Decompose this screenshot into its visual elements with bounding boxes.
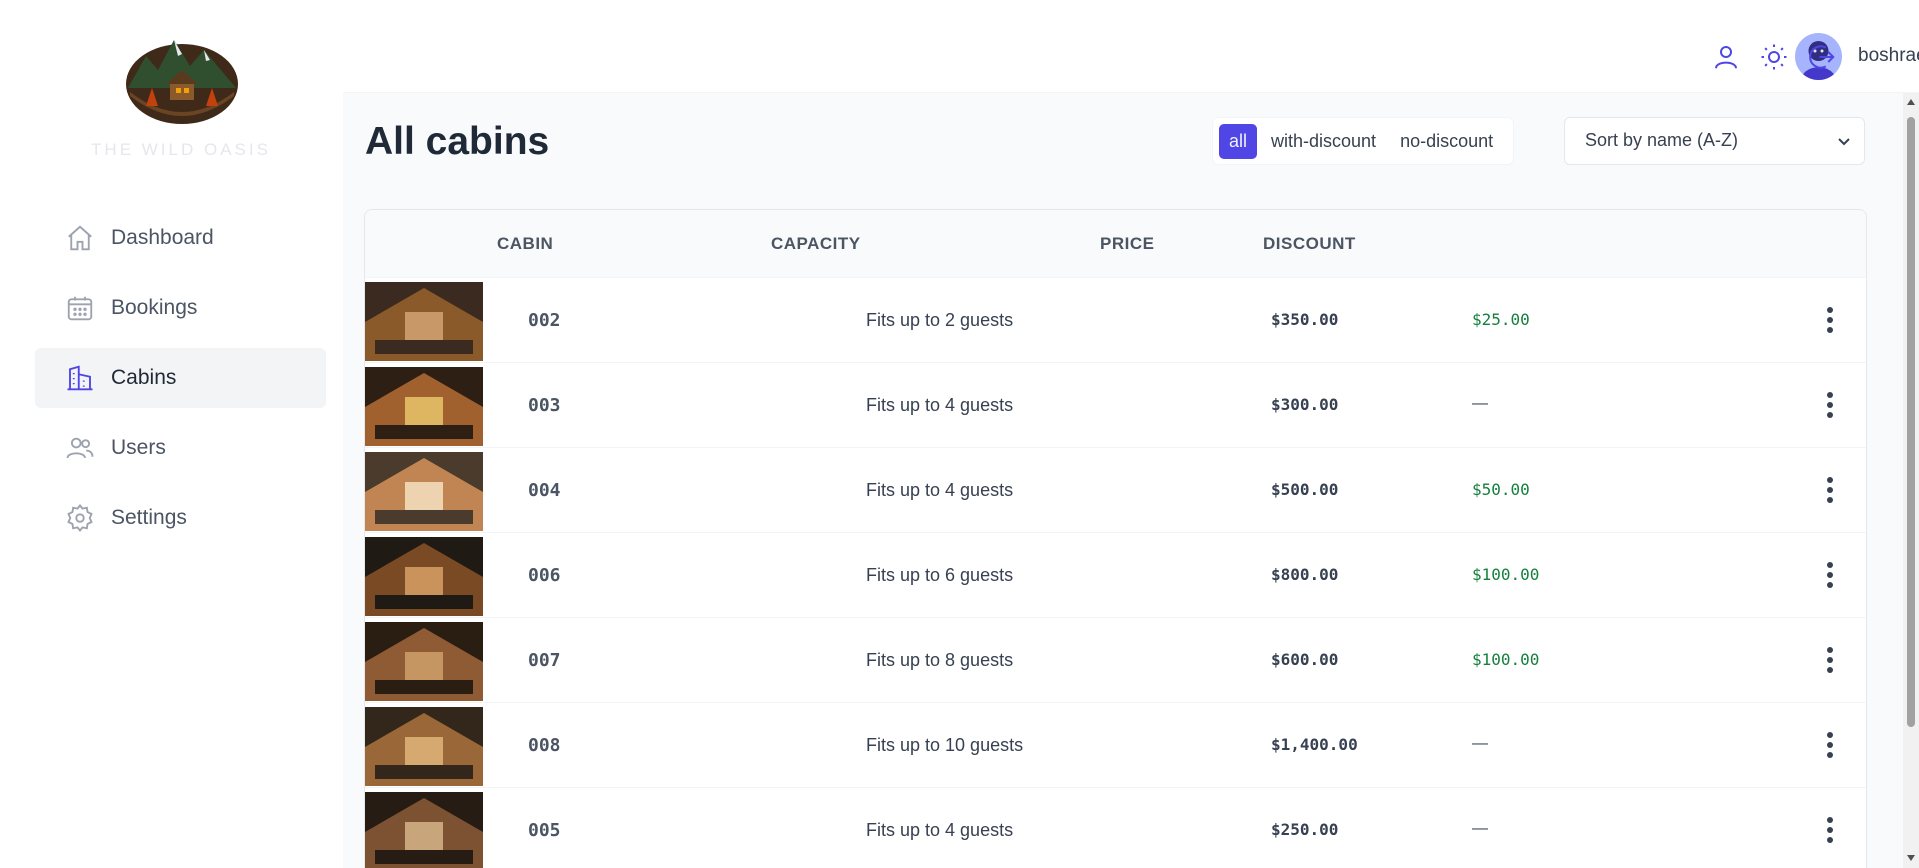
chevron-down-icon [1838,138,1850,146]
cabin-capacity: Fits up to 2 guests [866,310,1014,330]
cabin-name: 002 [528,310,561,331]
sidebar-item-label: Bookings [111,296,198,319]
scrollbar[interactable] [1903,93,1919,868]
sidebar-item-settings[interactable]: Settings [35,488,326,548]
table-body: 002 Fits up to 2 guests $350.00 $25.00 003 Fi… [365,278,1866,868]
sidebar-item-bookings[interactable]: Bookings [35,278,326,338]
column-header-cabin: CABIN [497,234,554,253]
sort-select-value: Sort by name (A-Z) [1585,130,1739,150]
brand-name: THE WILD OASIS [91,140,271,159]
table-row: 007 Fits up to 8 guests $600.00 $100.00 [365,618,1866,703]
column-header-discount: DISCOUNT [1263,234,1356,253]
sidebar-item-dashboard[interactable]: Dashboard [35,208,326,268]
cabin-capacity: Fits up to 4 guests [866,480,1014,500]
cabin-image [365,537,483,616]
table-row: 005 Fits up to 4 guests $250.00 — [365,788,1866,868]
cabin-name: 003 [528,395,561,416]
table-row: 006 Fits up to 6 guests $800.00 $100.00 [365,533,1866,618]
cabin-name: 008 [528,735,561,756]
main-content: All cabins all with-discount no-discount… [343,93,1903,868]
page-title: All cabins [365,120,550,163]
more-options-icon[interactable] [1825,306,1835,334]
cabin-price: $600.00 [1271,650,1339,669]
cabin-discount: $50.00 [1472,480,1530,499]
column-header-capacity: CAPACITY [771,234,861,253]
cabin-name: 005 [528,820,561,841]
table-row: 004 Fits up to 4 guests $500.00 $50.00 [365,448,1866,533]
filter-all-button[interactable]: all [1219,123,1258,159]
logout-icon[interactable] [1807,42,1837,72]
cabin-image [365,367,483,446]
filter-no-discount-button[interactable]: no-discount [1390,124,1503,159]
cabin-image [365,792,483,868]
cabin-discount: — [1472,735,1488,752]
logo [124,36,240,124]
more-options-icon[interactable] [1825,731,1835,759]
cabins-table: CABIN CAPACITY PRICE DISCOUNT 002 Fits up… [364,209,1867,868]
calendar-icon [65,293,95,323]
filter-with-discount-button[interactable]: with-discount [1261,124,1386,159]
table-row: 003 Fits up to 4 guests $300.00 — [365,363,1866,448]
more-options-icon[interactable] [1825,391,1835,419]
sidebar-item-cabins[interactable]: Cabins [35,348,326,408]
more-options-icon[interactable] [1825,816,1835,844]
cabin-price: $350.00 [1271,310,1339,329]
cabin-capacity: Fits up to 10 guests [866,735,1024,755]
account-icon[interactable] [1711,42,1741,72]
gear-icon [65,503,95,533]
more-options-icon[interactable] [1825,561,1835,589]
sort-select[interactable]: Sort by name (A-Z) [1564,117,1865,165]
sidebar-item-label: Users [111,436,166,459]
sidebar: THE WILD OASIS Dashboard Bookings Cabins… [0,0,343,868]
cabin-price: $1,400.00 [1271,735,1358,754]
discount-filter: all with-discount no-discount [1212,117,1515,165]
cabin-name: 004 [528,480,561,501]
cabin-image [365,452,483,531]
scroll-up-arrow[interactable] [1907,99,1915,105]
column-header-price: PRICE [1100,234,1155,253]
scrollbar-thumb[interactable] [1907,117,1915,727]
table-row: 008 Fits up to 10 guests $1,400.00 — [365,703,1866,788]
buildings-icon [65,363,95,393]
cabin-capacity: Fits up to 6 guests [866,565,1014,585]
table-header: CABIN CAPACITY PRICE DISCOUNT [365,210,1866,278]
cabin-discount: $100.00 [1472,565,1540,584]
sidebar-item-label: Settings [111,506,187,529]
username: boshraemadawad [1858,45,1919,66]
cabin-price: $500.00 [1271,480,1339,499]
cabin-discount: $100.00 [1472,650,1540,669]
more-options-icon[interactable] [1825,476,1835,504]
cabin-capacity: Fits up to 4 guests [866,820,1014,840]
cabin-name: 007 [528,650,561,671]
home-icon [65,223,95,253]
more-options-icon[interactable] [1825,646,1835,674]
cabin-price: $800.00 [1271,565,1339,584]
sun-icon[interactable] [1759,42,1789,72]
cabin-capacity: Fits up to 8 guests [866,650,1014,670]
users-icon [65,433,95,463]
cabin-image [365,282,483,361]
cabin-discount: — [1472,395,1488,412]
cabin-name: 006 [528,565,561,586]
sidebar-item-label: Dashboard [111,226,214,249]
cabin-discount: — [1472,820,1488,837]
cabin-price: $250.00 [1271,820,1339,839]
cabin-image [365,622,483,701]
table-row: 002 Fits up to 2 guests $350.00 $25.00 [365,278,1866,363]
cabin-capacity: Fits up to 4 guests [866,395,1014,415]
cabin-discount: $25.00 [1472,310,1530,329]
sidebar-item-users[interactable]: Users [35,418,326,478]
cabin-image [365,707,483,786]
top-header: boshraemadawad [343,0,1919,93]
main-nav: Dashboard Bookings Cabins Users Settings [35,208,326,558]
sidebar-item-label: Cabins [111,366,177,389]
scroll-down-arrow[interactable] [1907,855,1915,861]
cabin-price: $300.00 [1271,395,1339,414]
